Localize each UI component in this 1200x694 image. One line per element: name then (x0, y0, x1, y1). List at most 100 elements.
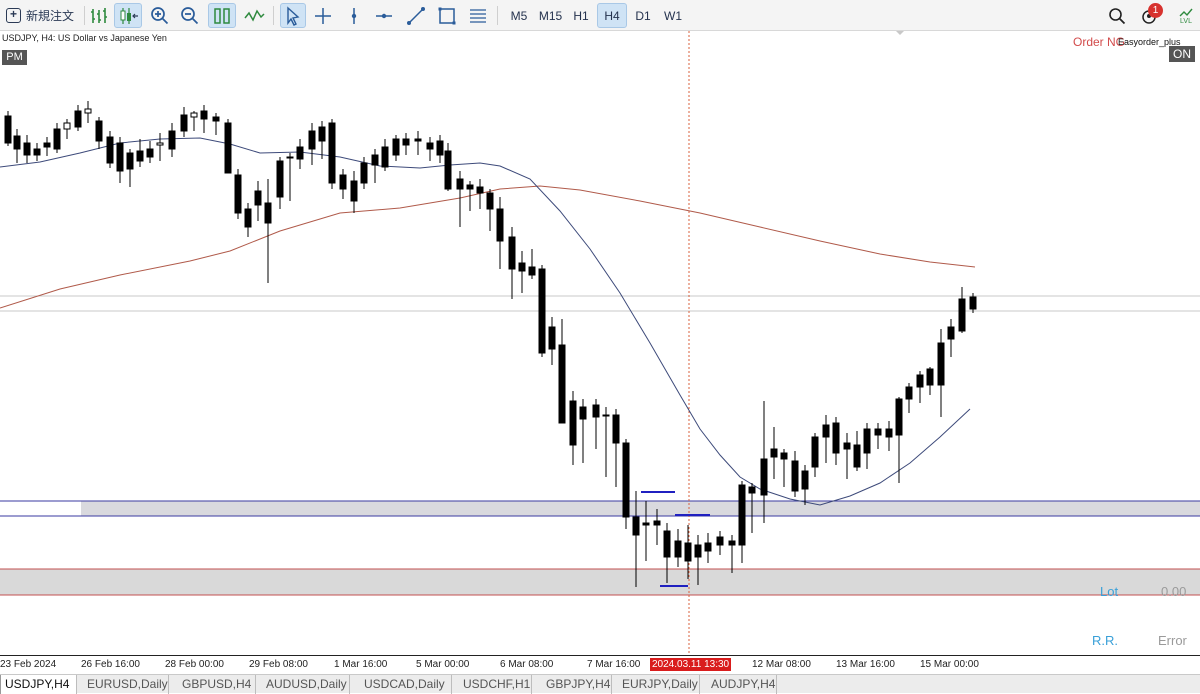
shapes-tool-button[interactable] (435, 3, 459, 28)
candlestick-button[interactable] (114, 3, 142, 28)
ea-on-toggle[interactable]: ON (1169, 46, 1195, 62)
timeframe-w1[interactable]: W1 (658, 3, 688, 28)
zoom-out-button[interactable] (178, 3, 202, 28)
search-button[interactable] (1106, 3, 1128, 28)
bearish-candle (106, 136, 114, 164)
timeframe-h4[interactable]: H4 (597, 3, 627, 28)
fibonacci-tool-button[interactable] (466, 3, 490, 28)
bearish-candle (371, 154, 379, 166)
separator (84, 6, 85, 25)
bearish-candle (286, 156, 294, 159)
bearish-candle (33, 148, 41, 156)
candlestick-icon (120, 7, 138, 24)
bearish-candle (916, 374, 924, 388)
bearish-candle (748, 486, 756, 494)
bearish-candle (116, 142, 124, 172)
time-label: 13 Mar 16:00 (836, 659, 895, 670)
new-order-button[interactable]: + 新規注文 (6, 3, 82, 28)
bearish-candle (392, 138, 400, 156)
bearish-candle (224, 122, 232, 174)
level-button[interactable]: LVL (1174, 3, 1198, 28)
bearish-candle (853, 444, 861, 468)
bearish-candle (592, 404, 600, 418)
bearish-candle (486, 192, 494, 210)
bearish-candle (518, 262, 526, 272)
bearish-candle (414, 138, 422, 142)
bearish-candle (937, 342, 945, 386)
price-chart[interactable] (0, 31, 1200, 655)
tab-gbpjpy-h4[interactable]: GBPJPY,H4 (538, 675, 612, 694)
vertical-line-icon (351, 7, 357, 24)
bearish-candle (811, 436, 819, 468)
bearish-candle (339, 174, 347, 190)
notification-count-badge: 1 (1148, 3, 1163, 18)
notifications-button[interactable]: 1 (1136, 3, 1164, 28)
risk-reward-value: Error (1158, 633, 1187, 648)
zoom-in-button[interactable] (148, 3, 172, 28)
timeframe-m15[interactable]: M15 (535, 3, 566, 28)
chart-shift-button[interactable] (208, 3, 236, 28)
bearish-candle (905, 386, 913, 400)
bearish-candle (694, 544, 702, 558)
bearish-candle (126, 152, 134, 170)
risk-reward-label: R.R. (1092, 633, 1118, 648)
bearish-candle (863, 428, 871, 454)
bearish-candle (95, 120, 103, 142)
bearish-candle (200, 110, 208, 120)
timeframe-d1[interactable]: D1 (628, 3, 658, 28)
bearish-candle (402, 138, 410, 146)
bearish-candle (276, 160, 284, 198)
bearish-candle (244, 208, 252, 228)
pm-badge: PM (2, 50, 27, 65)
indicators-button[interactable] (242, 3, 266, 28)
zoom-out-icon (181, 6, 199, 24)
bearish-candle (770, 448, 778, 458)
tab-usdchf-h1[interactable]: USDCHF,H1 (455, 675, 532, 694)
toolbar: + 新規注文 M5 M15 H1 H4 D1 W1 1 LVL (0, 0, 1200, 31)
tab-eurjpy-daily[interactable]: EURJPY,Daily (614, 675, 700, 694)
tab-eurusd-daily[interactable]: EURUSD,Daily (79, 675, 169, 694)
tab-audusd-daily[interactable]: AUDUSD,Daily (258, 675, 350, 694)
bar-chart-button[interactable] (87, 3, 111, 28)
bearish-candle (822, 424, 830, 438)
horizontal-line-tool-button[interactable] (372, 3, 396, 28)
bearish-candle (716, 536, 724, 546)
fibonacci-lines-icon (470, 8, 486, 23)
bearish-candle (622, 442, 630, 518)
bearish-candle (704, 542, 712, 552)
cursor-time-label: 2024.03.11 13:30 (650, 658, 732, 671)
bearish-candle (308, 130, 316, 150)
bearish-candle (328, 122, 336, 184)
time-label: 1 Mar 16:00 (334, 659, 388, 670)
bullish-candle (190, 112, 198, 118)
bearish-candle (558, 344, 566, 424)
cursor-tool-button[interactable] (280, 3, 306, 28)
separator (273, 6, 274, 25)
bearish-candle (508, 236, 516, 270)
bearish-candle (264, 202, 272, 224)
time-label: 15 Mar 00:00 (920, 659, 979, 670)
bearish-candle (832, 422, 840, 454)
timeframe-m5[interactable]: M5 (504, 3, 534, 28)
time-label: 23 Feb 2024 (0, 659, 57, 670)
chart-shift-marker (896, 31, 904, 35)
trendline-tool-button[interactable] (404, 3, 428, 28)
bearish-candle (212, 116, 220, 122)
bearish-candle (13, 135, 21, 150)
tab-audjpy-h4[interactable]: AUDJPY,H4 (703, 675, 777, 694)
time-label: 7 Mar 16:00 (587, 659, 641, 670)
bearish-candle (760, 458, 768, 496)
zoom-in-icon (151, 6, 169, 24)
bearish-candle (296, 146, 304, 160)
bearish-candle (895, 398, 903, 436)
tab-gbpusd-h4[interactable]: GBPUSD,H4 (174, 675, 256, 694)
vertical-line-tool-button[interactable] (342, 3, 366, 28)
bearish-candle (579, 406, 587, 420)
crosshair-tool-button[interactable] (311, 3, 335, 28)
tab-usdjpy-h4[interactable]: USDJPY,H4 (0, 675, 77, 694)
bearish-candle (476, 186, 484, 194)
rectangle-shape-icon (438, 7, 456, 24)
timeframe-h1[interactable]: H1 (566, 3, 596, 28)
chart-tabs: USDJPY,H4 EURUSD,Daily GBPUSD,H4 AUDUSD,… (0, 674, 1200, 694)
tab-usdcad-daily[interactable]: USDCAD,Daily (356, 675, 452, 694)
